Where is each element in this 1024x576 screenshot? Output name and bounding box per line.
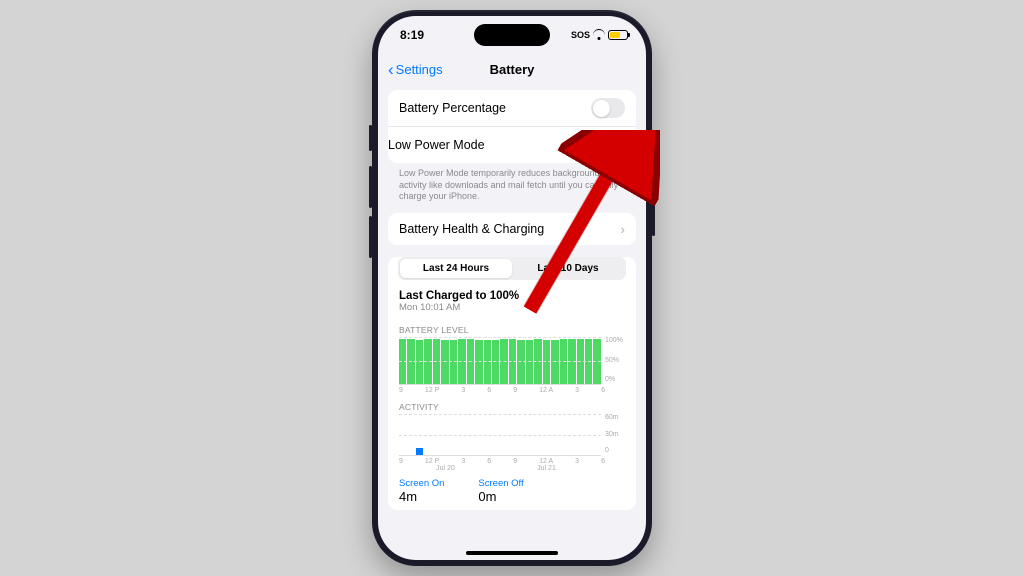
wifi-icon (593, 30, 605, 40)
chevron-right-icon: › (620, 221, 625, 237)
last-charged-title: Last Charged to 100% (399, 290, 625, 302)
volume-up-button (369, 166, 372, 208)
home-indicator[interactable] (466, 551, 558, 555)
back-label: Settings (396, 62, 443, 77)
date-label: Jul 21 (537, 465, 556, 472)
chart-card: Last 24 Hours Last 10 Days Last Charged … (388, 257, 636, 510)
side-button (652, 170, 655, 236)
dynamic-island (474, 24, 550, 46)
phone-frame: 8:19 SOS ‹ Settings Battery Battery Perc… (372, 10, 652, 566)
low-power-mode-row[interactable]: Low Power Mode (388, 126, 636, 163)
battery-health-row[interactable]: Battery Health & Charging › (388, 213, 636, 245)
battery-percentage-toggle[interactable] (591, 98, 625, 118)
status-sos: SOS (571, 30, 590, 40)
time-range-segmented-control[interactable]: Last 24 Hours Last 10 Days (398, 257, 626, 280)
x-axis-labels: 912 P36912 A36 (388, 385, 636, 394)
low-power-mode-toggle[interactable] (591, 135, 625, 155)
activity-heading: ACTIVITY (388, 394, 636, 414)
y-label: 50% (605, 357, 625, 364)
tab-last-10-days[interactable]: Last 10 Days (512, 259, 624, 278)
x-axis-dates: Jul 20 Jul 21 (388, 465, 636, 472)
battery-icon (608, 30, 628, 40)
y-label: 60m (605, 414, 625, 421)
chevron-left-icon: ‹ (388, 61, 394, 78)
low-power-description: Low Power Mode temporarily reduces backg… (388, 163, 636, 213)
screen-on-label: Screen On (399, 478, 444, 489)
battery-percentage-label: Battery Percentage (399, 101, 506, 115)
back-button[interactable]: ‹ Settings (388, 61, 443, 78)
screen: 8:19 SOS ‹ Settings Battery Battery Perc… (378, 16, 646, 560)
y-label: 0 (605, 447, 625, 454)
low-power-mode-label: Low Power Mode (388, 138, 485, 152)
date-label: Jul 20 (436, 465, 455, 472)
health-group: Battery Health & Charging › (388, 213, 636, 245)
battery-percentage-row[interactable]: Battery Percentage (388, 90, 636, 126)
screen-off-label: Screen Off (478, 478, 523, 489)
y-label: 30m (605, 431, 625, 438)
toggle-group: Battery Percentage Low Power Mode (388, 90, 636, 163)
status-time: 8:19 (400, 28, 424, 42)
battery-level-chart (399, 337, 601, 385)
screen-on-value: 4m (399, 489, 444, 504)
y-label: 0% (605, 376, 625, 383)
battery-health-label: Battery Health & Charging (399, 222, 544, 236)
battery-level-heading: BATTERY LEVEL (388, 317, 636, 337)
navigation-bar: ‹ Settings Battery (378, 54, 646, 84)
last-charged-time: Mon 10:01 AM (399, 302, 625, 313)
activity-chart (399, 414, 601, 456)
volume-down-button (369, 216, 372, 258)
tab-last-24-hours[interactable]: Last 24 Hours (400, 259, 512, 278)
page-title: Battery (490, 62, 535, 77)
screen-off-value: 0m (478, 489, 523, 504)
x-axis-labels: 912 P36912 A36 (388, 456, 636, 465)
volume-switch (369, 125, 372, 151)
y-label: 100% (605, 337, 625, 344)
